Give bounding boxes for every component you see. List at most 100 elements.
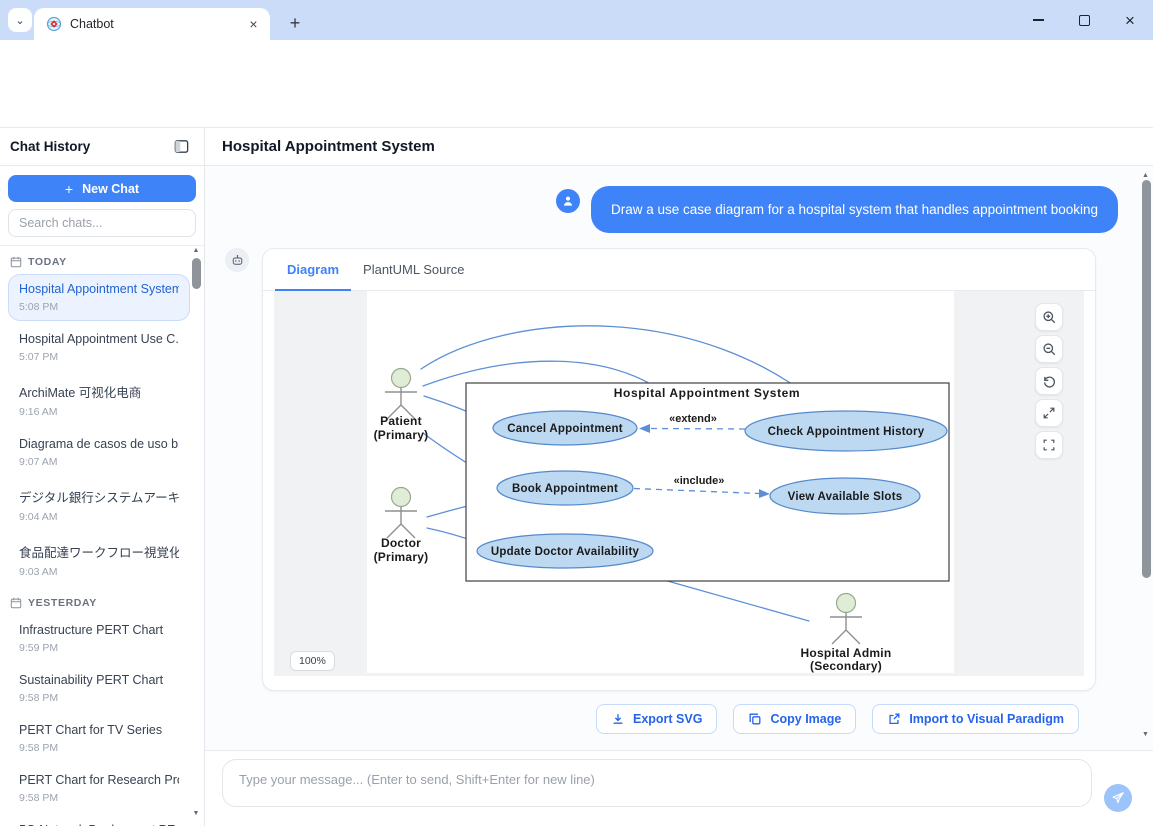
zoom-in-button[interactable] [1035,303,1063,331]
search-chats-input[interactable] [19,216,185,230]
zoom-level-badge[interactable]: 100% [290,651,335,671]
chat-item-time: 5:07 PM [19,351,179,363]
chat-item-title: Hospital Appointment System [19,282,179,296]
svg-text:(Secondary): (Secondary) [810,659,882,673]
fullscreen-button[interactable] [1035,431,1063,459]
new-chat-button[interactable]: + New Chat [8,175,196,202]
main-scroll-down-icon[interactable]: ▼ [1140,731,1151,738]
svg-text:Update Doctor Availability: Update Doctor Availability [491,546,640,558]
sidebar-scroll-up-icon[interactable]: ▲ [191,247,201,254]
tab-diagram[interactable]: Diagram [275,249,351,290]
chat-history-item[interactable]: 食品配達ワークフロー視覚化 9:03 AM [8,534,190,586]
svg-text:Hospital Admin: Hospital Admin [801,646,892,660]
window-controls: × [1015,0,1153,40]
main-scrollbar-thumb[interactable] [1142,180,1151,578]
main-pane: Hospital Appointment System Draw a use c… [205,128,1153,826]
diagram-card: Diagram PlantUML Source [262,248,1096,691]
actor-hospital-admin: Hospital Admin (Secondary) [801,594,892,674]
chat-item-time: 9:59 PM [19,642,179,654]
user-message-bubble: Draw a use case diagram for a hospital s… [591,186,1118,233]
chat-history-item[interactable]: Sustainability PERT Chart 9:58 PM [8,665,190,712]
chat-item-title: Sustainability PERT Chart [19,673,179,687]
chat-item-title: Hospital Appointment Use C... [19,332,179,346]
window-minimize-button[interactable] [1015,0,1061,40]
expand-button[interactable] [1035,399,1063,427]
svg-text:Patient: Patient [380,414,422,428]
chat-item-time: 9:07 AM [19,456,179,468]
export-svg-label: Export SVG [633,712,702,726]
svg-text:(Primary): (Primary) [374,550,429,564]
window-close-button[interactable]: × [1107,0,1153,40]
download-icon [611,712,625,726]
minimize-icon [1033,19,1044,21]
chat-item-time: 9:58 PM [19,792,179,804]
chat-item-time: 9:58 PM [19,692,179,704]
sidebar-header: Chat History [0,128,204,166]
chat-history-item[interactable]: Hospital Appointment Use C... 5:07 PM [8,324,190,371]
copy-icon [748,712,762,726]
include-label: «include» [674,475,725,487]
chat-item-title: ArchiMate 可视化电商 [19,382,179,401]
system-boundary-title: Hospital Appointment System [614,386,800,400]
reset-undo-icon [1042,374,1057,389]
zoom-in-icon [1042,310,1057,325]
zoom-out-icon [1042,342,1057,357]
chat-item-time: 9:03 AM [19,566,179,578]
chat-history-item[interactable]: Diagrama de casos de uso bi... 9:07 AM [8,429,190,476]
svg-text:Doctor: Doctor [381,536,421,550]
chat-history-item[interactable]: Infrastructure PERT Chart 9:59 PM [8,615,190,662]
usecase-cancel-appointment: Cancel Appointment [493,411,637,445]
chat-list-yesterday: Infrastructure PERT Chart 9:59 PM Sustai… [0,615,204,826]
import-vp-label: Import to Visual Paradigm [909,712,1064,726]
chat-history-list: TODAY Hospital Appointment System 5:08 P… [0,246,204,826]
browser-window: ⌄ Chatbot × + × ← → ai-toolbox.visual-pa… [0,0,1153,826]
fullscreen-brackets-icon [1042,438,1056,452]
sidebar-scroll-down-icon[interactable]: ▼ [191,810,201,817]
section-header-yesterday: YESTERDAY [0,589,204,615]
chat-history-item[interactable]: ArchiMate 可视化电商 9:16 AM [8,374,190,426]
diagram-canvas: Hospital Appointment System «extend» [367,291,954,673]
calendar-icon [10,256,22,268]
chat-item-time: 5:08 PM [19,301,179,313]
chat-history-item[interactable]: PERT Chart for TV Series 9:58 PM [8,715,190,762]
section-label: YESTERDAY [28,597,97,609]
sidebar-scrollbar-thumb[interactable] [192,258,201,289]
browser-tabstrip: ⌄ Chatbot × + × [0,0,1153,40]
send-button[interactable] [1104,784,1132,812]
expand-arrows-icon [1042,406,1056,420]
main-scroll-up-icon[interactable]: ▲ [1140,172,1151,179]
collapse-panel-icon[interactable] [173,138,190,155]
chat-item-title: 食品配達ワークフロー視覚化 [19,542,179,561]
zoom-out-button[interactable] [1035,335,1063,363]
chat-item-title: Infrastructure PERT Chart [19,623,179,637]
message-input-box [222,759,1092,807]
chat-history-item[interactable]: PERT Chart for Research Proj... 9:58 PM [8,765,190,812]
conversation-titlebar: Hospital Appointment System [205,128,1153,166]
export-svg-button[interactable]: Export SVG [596,704,717,734]
section-header-today: TODAY [0,248,204,274]
import-to-visual-paradigm-button[interactable]: Import to Visual Paradigm [872,704,1079,734]
window-maximize-button[interactable] [1061,0,1107,40]
chat-item-title: デジタル銀行システムアーキ... [19,487,179,506]
chat-history-item[interactable]: デジタル銀行システムアーキ... 9:04 AM [8,479,190,531]
tab-plantuml-source[interactable]: PlantUML Source [351,249,476,290]
use-case-diagram: Hospital Appointment System «extend» [367,291,954,673]
extend-label: «extend» [669,413,717,425]
visual-paradigm-favicon [46,16,62,32]
chat-history-item[interactable]: 5G Network Deployment PE... [8,815,190,826]
svg-text:View Available Slots: View Available Slots [788,491,903,503]
message-input[interactable] [239,772,1075,794]
diagram-controls [1035,303,1063,459]
diagram-viewport[interactable]: Hospital Appointment System «extend» [274,291,1084,676]
browser-tab[interactable]: Chatbot × [34,8,270,40]
new-tab-button[interactable]: + [282,10,308,36]
tab-close-icon[interactable]: × [245,16,262,33]
copy-image-button[interactable]: Copy Image [733,704,856,734]
tab-search-chevron-icon[interactable]: ⌄ [8,8,32,32]
svg-text:(Primary): (Primary) [374,428,429,442]
app-header: Chatbot Visual Paradigm AI Assistant for… [0,84,1153,128]
reset-view-button[interactable] [1035,367,1063,395]
robot-icon [230,253,245,268]
chat-list-today: Hospital Appointment System 5:08 PM Hosp… [0,274,204,586]
chat-history-item[interactable]: Hospital Appointment System 5:08 PM [8,274,190,321]
